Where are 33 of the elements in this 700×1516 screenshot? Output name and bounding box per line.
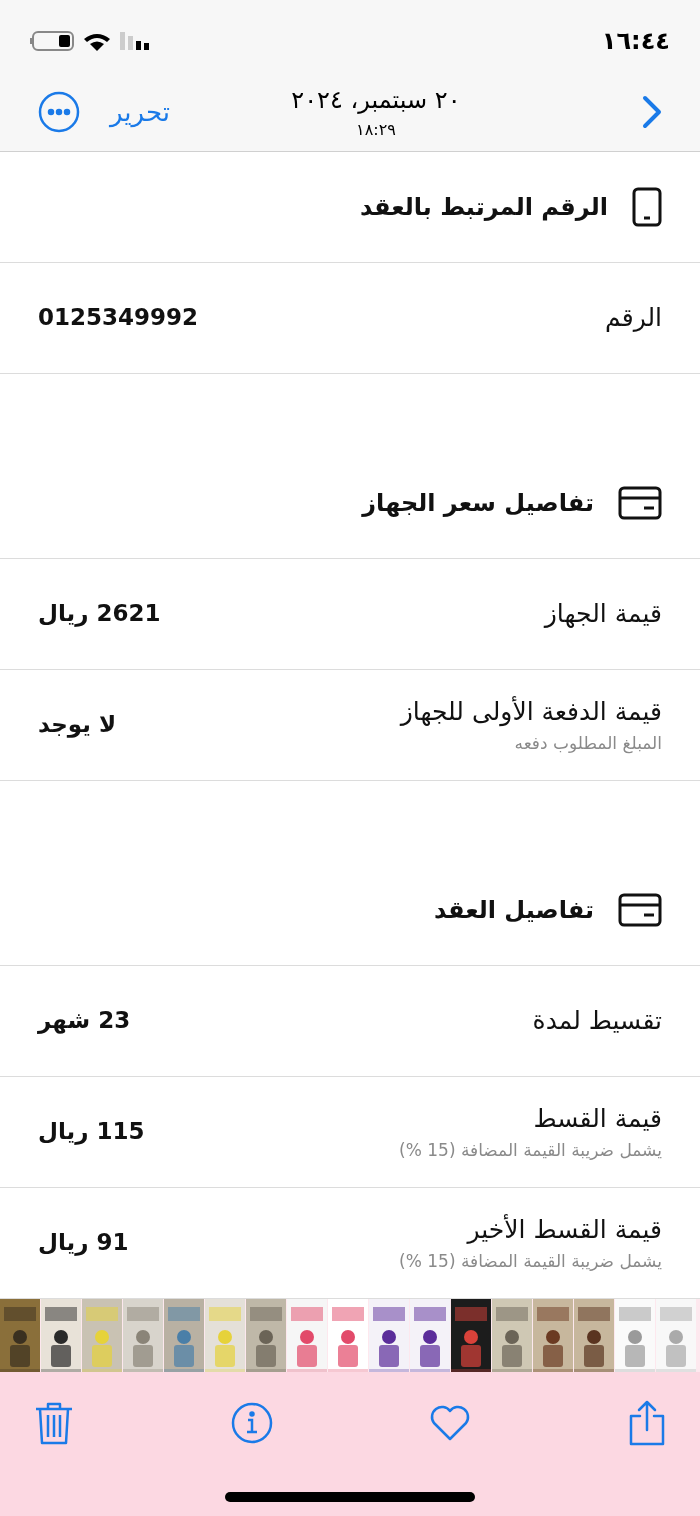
row-subtitle: المبلغ المطلوب دفعه xyxy=(513,731,662,756)
share-icon[interactable] xyxy=(627,1399,666,1446)
row-value: لا يوجد xyxy=(38,710,117,740)
row-label: تقسيط لمدة xyxy=(532,1004,662,1037)
heart-icon[interactable] xyxy=(429,1403,472,1442)
row-label: قيمة الجهاز xyxy=(544,597,662,630)
row-value: 115 ريال xyxy=(38,1117,145,1147)
signal-icon xyxy=(120,31,149,50)
row-label: قيمة القسط الأخير xyxy=(465,1213,662,1247)
status-time: ١٦:٤٤ xyxy=(601,25,670,57)
row-label: قيمة القسط xyxy=(532,1103,662,1136)
row-subtitle: يشمل ضريبة القيمة المضافة (15 %) xyxy=(399,1249,662,1273)
edit-button[interactable]: تحرير xyxy=(110,92,170,132)
trash-icon[interactable] xyxy=(34,1400,74,1445)
row-label: قيمة الدفعة الأولى للجهاز xyxy=(400,695,662,729)
card-icon xyxy=(618,892,662,927)
photo-date: ٢٠ سبتمبر، ٢٠٢٤ xyxy=(291,85,461,117)
battery-icon xyxy=(30,30,74,51)
photo-time: ١٨:٢٩ xyxy=(356,119,396,142)
chevron-right-icon[interactable] xyxy=(642,95,662,130)
row-label: الرقم xyxy=(605,301,662,334)
info-icon[interactable] xyxy=(230,1401,273,1444)
section-title: الرقم المرتبط بالعقد xyxy=(360,191,608,223)
row-value: 91 ريال xyxy=(38,1228,129,1258)
more-icon[interactable] xyxy=(38,91,80,134)
card-icon xyxy=(618,485,662,520)
section-title: تفاصيل العقد xyxy=(434,894,594,926)
row-value: 2621 ريال xyxy=(38,599,161,629)
row-value: 0125349992 xyxy=(38,303,199,333)
phone-icon xyxy=(632,186,662,227)
section-title: تفاصيل سعر الجهاز xyxy=(362,487,594,519)
row-subtitle: يشمل ضريبة القيمة المضافة (15 %) xyxy=(399,1138,662,1162)
row-value: 23 شهر xyxy=(38,1006,131,1036)
